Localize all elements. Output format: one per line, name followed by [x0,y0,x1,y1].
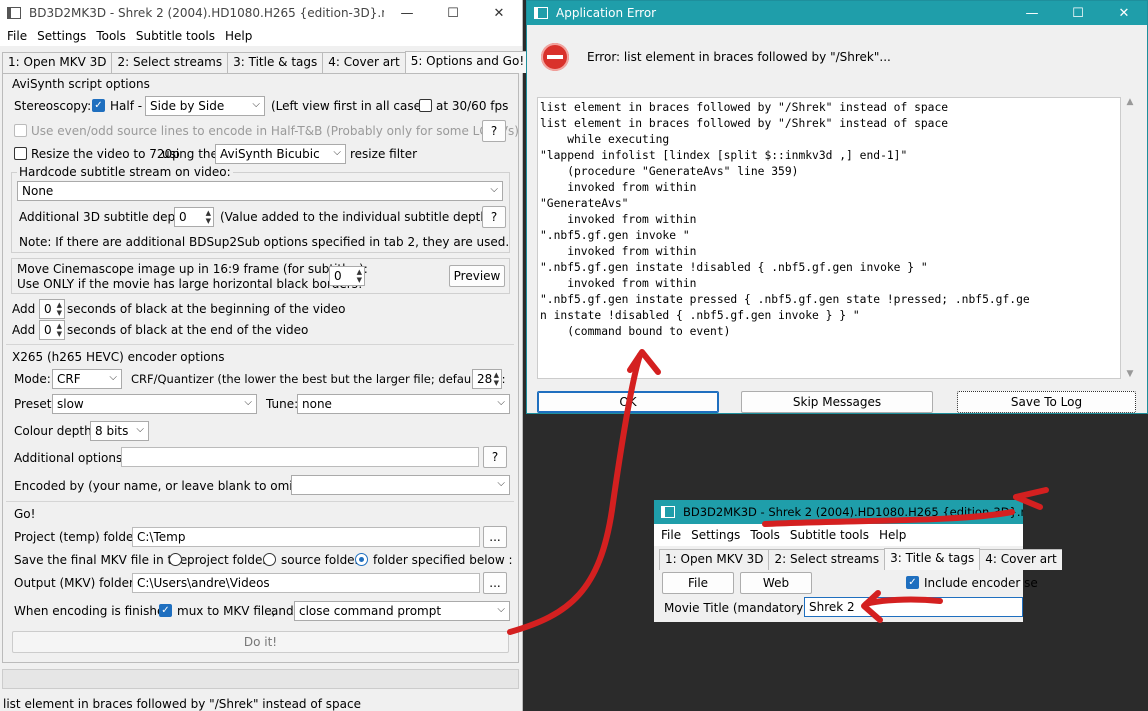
annotation-movie-arrow-shaft [863,596,943,607]
annotation-title-underline [762,509,1015,527]
annotation-movie-arrowhead [861,590,883,623]
annotation-arrowhead [627,349,661,375]
annotation-title-mark-2 [1013,494,1043,510]
red-annotations [507,349,1049,635]
annotation-arrow-curve [507,352,643,635]
